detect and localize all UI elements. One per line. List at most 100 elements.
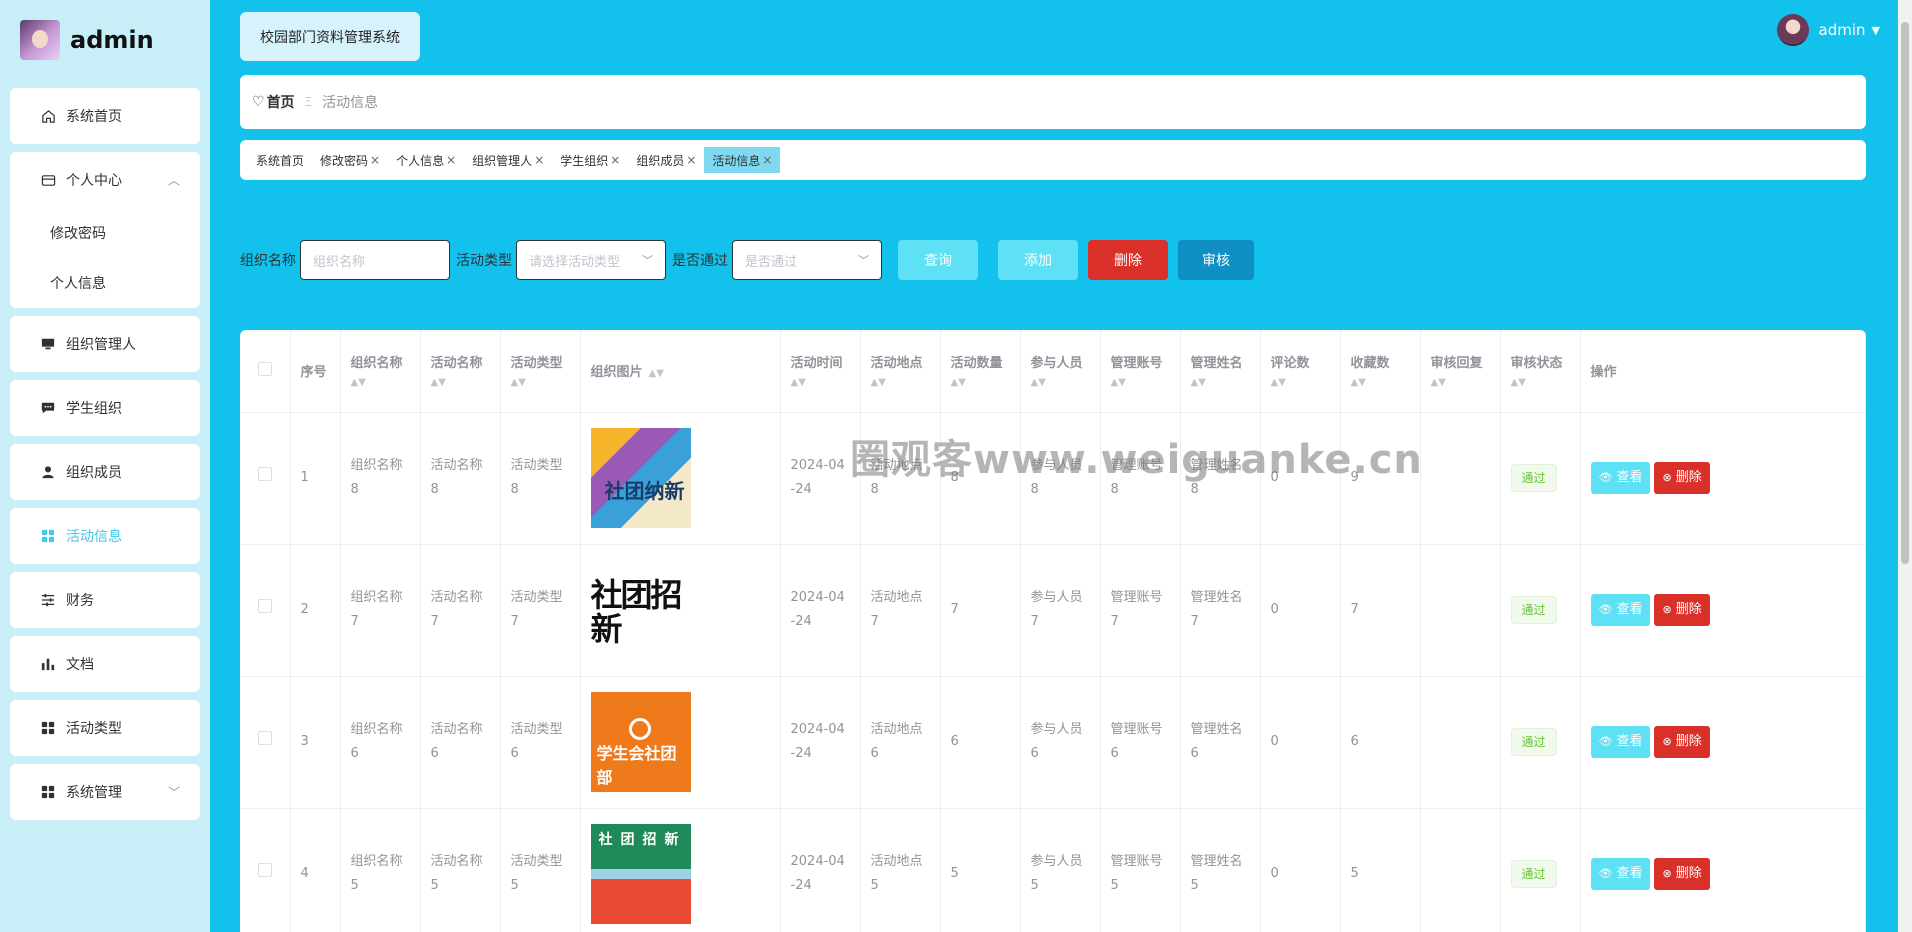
page-scrollbar[interactable] [1898, 0, 1912, 932]
view-button[interactable]: 👁 查看 [1590, 858, 1651, 890]
sort-icon[interactable]: ▲▼ [1031, 377, 1090, 389]
sort-icon[interactable]: ▲▼ [1191, 377, 1250, 389]
column-header[interactable]: 管理账号 ▲▼ [1100, 330, 1181, 413]
sort-icon[interactable]: ▲▼ [1431, 377, 1490, 389]
row-checkbox[interactable] [257, 467, 272, 481]
row-select-cell [240, 676, 291, 809]
sort-icon[interactable]: ▲▼ [1111, 377, 1170, 389]
close-icon[interactable]: × [686, 153, 696, 167]
cell-favorites: 7 [1340, 544, 1421, 677]
close-icon[interactable]: × [762, 153, 772, 167]
column-header[interactable]: 活动地点 ▲▼ [860, 330, 941, 413]
tag-org-manager[interactable]: 组织管理人 × [464, 147, 552, 173]
status-badge: 通过 [1510, 596, 1557, 624]
tag-activity-info[interactable]: 活动信息 × [704, 147, 781, 173]
column-header[interactable]: 组织名称 ▲▼ [340, 330, 421, 413]
row-delete-button[interactable]: ⊗ 删除 [1654, 462, 1710, 494]
view-button[interactable]: 👁 查看 [1590, 462, 1651, 494]
org-image[interactable]: 社团招新 [590, 560, 691, 660]
sort-icon[interactable]: ▲▼ [511, 377, 570, 389]
tag-org-members[interactable]: 组织成员 × [628, 147, 704, 173]
sidebar-item-org-manager[interactable]: 组织管理人 [10, 316, 200, 372]
cell-audit-status: 通过 [1500, 676, 1581, 809]
tag-student-org[interactable]: 学生组织 × [552, 147, 628, 173]
sidebar-item-org-members[interactable]: 组织成员 [10, 444, 200, 500]
row-delete-button[interactable]: ⊗ 删除 [1654, 858, 1710, 890]
row-delete-button[interactable]: ⊗ 删除 [1654, 594, 1710, 626]
row-checkbox[interactable] [257, 863, 272, 877]
chevron-up-icon: ︿ [167, 173, 180, 188]
close-icon[interactable]: × [534, 153, 544, 167]
scrollbar-thumb[interactable] [1901, 22, 1909, 564]
column-header[interactable]: 活动时间 ▲▼ [780, 330, 861, 413]
sidebar-subitem-change-password[interactable]: 修改密码 [10, 208, 200, 258]
sort-icon[interactable]: ▲▼ [791, 377, 850, 389]
cell-org-name: 组织名称 5 [340, 808, 421, 932]
sidebar-item-system-management[interactable]: 系统管理 ﹀ [10, 764, 200, 820]
select-all-checkbox[interactable] [257, 361, 272, 376]
column-header[interactable]: 组织图片 ▲▼ [580, 330, 781, 413]
user-menu[interactable]: admin ▼ [1776, 14, 1880, 46]
activity-type-select[interactable]: 请选择活动类型 ﹀ [516, 240, 666, 280]
sort-icon[interactable]: ▲▼ [1511, 377, 1570, 389]
cell-activity-name: 活动名称 8 [420, 412, 501, 545]
circle-close-icon: ⊗ [1662, 867, 1672, 880]
column-header[interactable]: 管理姓名 ▲▼ [1180, 330, 1261, 413]
column-header[interactable]: 收藏数 ▲▼ [1340, 330, 1421, 413]
query-button[interactable]: 查询 [898, 240, 978, 280]
tag-change-password[interactable]: 修改密码 × [312, 147, 388, 173]
close-icon[interactable]: × [610, 153, 620, 167]
heart-icon: ♡ [252, 94, 265, 110]
close-icon[interactable]: × [370, 153, 380, 167]
org-name-input[interactable]: 组织名称 [300, 240, 450, 280]
tags-bar: 系统首页 修改密码 × 个人信息 × 组织管理人 × 学生组织 × 组织成员 × 活动信息… [240, 140, 1866, 180]
tag-label: 系统首页 [256, 153, 305, 168]
sort-icon[interactable]: ▲▼ [351, 377, 410, 389]
sidebar-item-student-org[interactable]: 学生组织 [10, 380, 200, 436]
sidebar-item-docs[interactable]: 文档 [10, 636, 200, 692]
column-header[interactable]: 活动数量 ▲▼ [940, 330, 1021, 413]
sidebar-item-finance[interactable]: 财务 [10, 572, 200, 628]
column-header[interactable]: 审核回复 ▲▼ [1420, 330, 1501, 413]
cell-org-image: 社团招新 [580, 808, 781, 932]
sort-icon[interactable]: ▲▼ [1351, 377, 1410, 389]
column-header[interactable]: 审核状态 ▲▼ [1500, 330, 1581, 413]
breadcrumb: ♡ 首页 Ξ 活动信息 [240, 75, 1866, 129]
passed-select[interactable]: 是否通过 ﹀ [732, 240, 882, 280]
row-delete-button[interactable]: ⊗ 删除 [1654, 726, 1710, 758]
close-icon[interactable]: × [446, 153, 456, 167]
tag-home[interactable]: 系统首页 [248, 147, 312, 173]
org-image[interactable]: 学生会社团部 [590, 692, 691, 792]
view-button[interactable]: 👁 查看 [1590, 594, 1651, 626]
breadcrumb-home[interactable]: ♡ 首页 [252, 92, 295, 112]
row-checkbox[interactable] [257, 599, 272, 613]
sort-icon[interactable]: ▲▼ [871, 377, 930, 389]
sidebar-item-activity-info[interactable]: 活动信息 [10, 508, 200, 564]
view-button[interactable]: 👁 查看 [1590, 726, 1651, 758]
org-image[interactable]: 社团招新 [590, 824, 691, 924]
sort-icon[interactable]: ▲▼ [431, 377, 490, 389]
sidebar-item-activity-type[interactable]: 活动类型 [10, 700, 200, 756]
column-header[interactable]: 活动类型 ▲▼ [500, 330, 581, 413]
sidebar-item-personal-center[interactable]: 个人中心 ︿ [10, 152, 200, 208]
sidebar-item-home[interactable]: 系统首页 [10, 88, 200, 144]
sort-icon[interactable]: ▲▼ [1271, 377, 1330, 389]
add-button[interactable]: 添加 [998, 240, 1078, 280]
sort-icon[interactable]: ▲▼ [649, 368, 664, 379]
column-header[interactable]: 参与人员 ▲▼ [1020, 330, 1101, 413]
cell-manager-name: 管理姓名 5 [1180, 808, 1261, 932]
cell-index: 2 [290, 544, 341, 677]
column-header[interactable]: 评论数 ▲▼ [1260, 330, 1341, 413]
delete-button[interactable]: 删除 [1088, 240, 1168, 280]
sidebar-subitem-personal-info[interactable]: 个人信息 [10, 258, 200, 308]
column-header-label: 审核回复 [1430, 356, 1483, 372]
chat-icon [40, 400, 56, 416]
grid-icon [40, 528, 56, 544]
tag-personal-info[interactable]: 个人信息 × [388, 147, 464, 173]
row-checkbox[interactable] [257, 731, 272, 745]
column-header[interactable]: 活动名称 ▲▼ [420, 330, 501, 413]
cell-manager-account: 管理账号 5 [1100, 808, 1181, 932]
org-image[interactable]: 社团纳新 [590, 428, 691, 528]
sort-icon[interactable]: ▲▼ [951, 377, 1010, 389]
audit-button[interactable]: 审核 [1178, 240, 1254, 280]
